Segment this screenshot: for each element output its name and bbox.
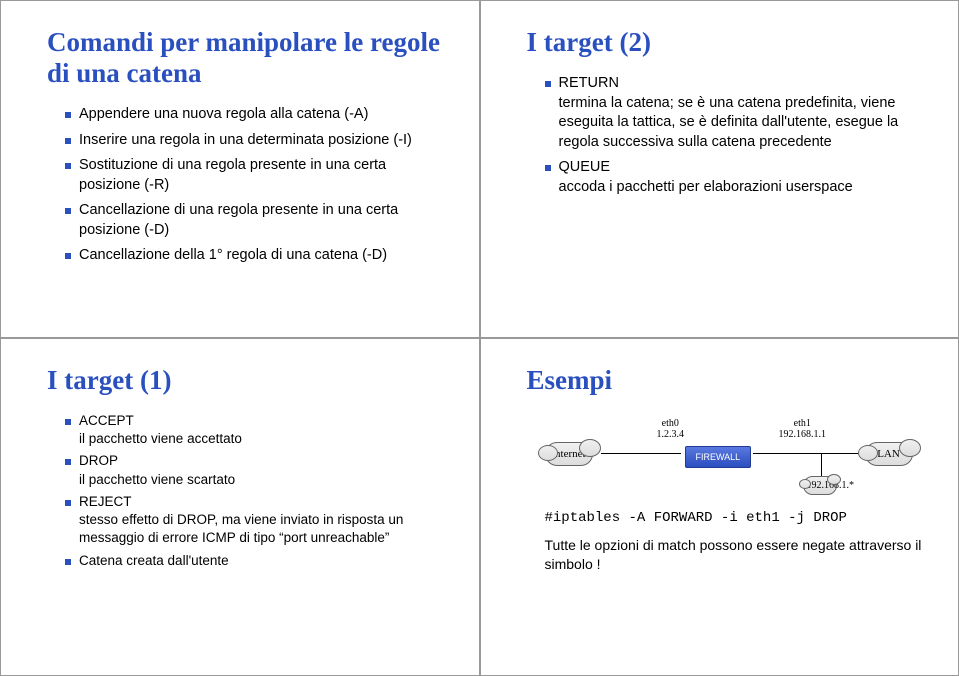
bullet-list: ACCEPT il pacchetto viene accettato DROP…	[47, 412, 445, 570]
list-item: Inserire una regola in una determinata p…	[65, 131, 445, 151]
network-diagram: Internet eth0 1.2.3.4 FIREWALL eth1 192.…	[545, 412, 925, 496]
bullet-list: RETURN termina la catena; se è una caten…	[527, 74, 925, 197]
list-item: Sostituzione di una regola presente in u…	[65, 156, 445, 195]
list-item: Catena creata dall'utente	[65, 552, 445, 570]
slide-title: Esempi	[527, 365, 925, 396]
slide-title: Comandi per manipolare le regole di una …	[47, 27, 445, 89]
slide-targets-1: I target (1) ACCEPT il pacchetto viene a…	[0, 338, 480, 676]
lan-cloud: LAN	[865, 442, 913, 466]
list-item: QUEUE accoda i pacchetti per elaborazion…	[545, 158, 925, 197]
slide-examples: Esempi Internet eth0 1.2.3.4 FIREWALL et…	[480, 338, 959, 676]
list-item: Cancellazione della 1° regola di una cat…	[65, 246, 445, 266]
bullet-list: Appendere una nuova regola alla catena (…	[47, 105, 445, 266]
caption-text: Tutte le opzioni di match possono essere…	[545, 536, 925, 574]
list-item: ACCEPT il pacchetto viene accettato	[65, 412, 445, 448]
list-item: Cancellazione di una regola presente in …	[65, 201, 445, 240]
eth1-label: eth1 192.168.1.1	[779, 418, 827, 440]
line	[753, 453, 863, 454]
slide-targets-2: I target (2) RETURN termina la catena; s…	[480, 0, 959, 338]
line	[601, 453, 681, 454]
list-item: Appendere una nuova regola alla catena (…	[65, 105, 445, 125]
subnet-cloud: 192.168.1.*	[803, 476, 837, 495]
eth0-label: eth0 1.2.3.4	[657, 418, 685, 440]
list-item: RETURN termina la catena; se è una caten…	[545, 74, 925, 152]
firewall-box: FIREWALL	[685, 446, 752, 468]
internet-cloud: Internet	[545, 442, 593, 466]
list-item: REJECT stesso effetto di DROP, ma viene …	[65, 493, 445, 548]
list-item: DROP il pacchetto viene scartato	[65, 452, 445, 488]
slide-commands: Comandi per manipolare le regole di una …	[0, 0, 480, 338]
iptables-command: #iptables -A FORWARD -i eth1 -j DROP	[545, 510, 925, 526]
slide-title: I target (2)	[527, 27, 925, 58]
slide-title: I target (1)	[47, 365, 445, 396]
